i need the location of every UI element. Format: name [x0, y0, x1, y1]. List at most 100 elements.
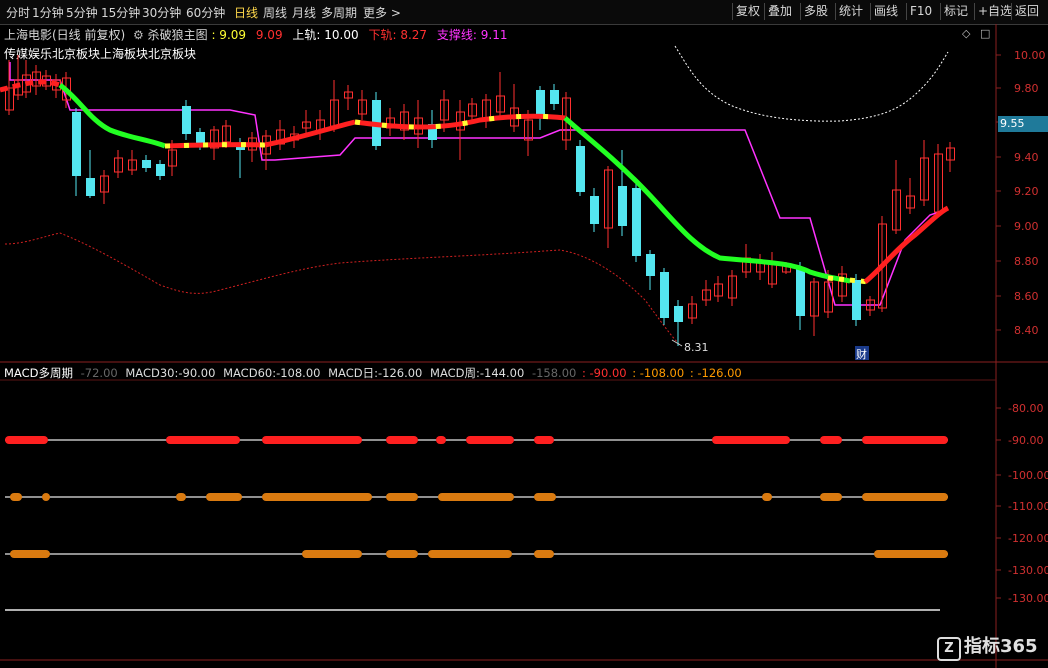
candle	[536, 86, 545, 130]
macd-axis-label: -110.00	[1008, 500, 1048, 513]
macd-axis-label: -130.00	[1008, 564, 1048, 577]
candle	[728, 270, 737, 306]
candle	[482, 94, 491, 128]
price-axis-label: 9.00	[1014, 220, 1039, 233]
trend-line-red-2	[164, 142, 266, 149]
candle	[604, 166, 613, 248]
trend-line-red-5	[863, 205, 950, 284]
square-icon[interactable]: □	[980, 27, 990, 40]
candle	[72, 108, 81, 196]
candle	[100, 170, 109, 204]
watermark-logo: Z 指标365	[937, 632, 1038, 661]
candle	[796, 262, 805, 330]
macd-title[interactable]: MACD多周期	[4, 366, 73, 380]
macd-bar	[176, 493, 186, 501]
watermark-text: 指标365	[964, 636, 1038, 657]
macd-bar	[534, 493, 556, 501]
macd-axis-label: -100.00	[1008, 469, 1048, 482]
candle	[892, 160, 901, 234]
candle	[946, 142, 955, 172]
macd-v7: : -90.00	[581, 366, 627, 380]
price-axis-label: 9.80	[1014, 82, 1039, 95]
chart-canvas: ◇ □ 10.009.809.609.409.209.008.808.608.4…	[0, 24, 1048, 668]
candle	[262, 130, 271, 170]
macd-bar	[436, 436, 446, 444]
macd-legend: MACD多周期 -72.00 MACD30:-90.00 MACD60:-108…	[4, 365, 742, 381]
price-axis-label: 9.20	[1014, 185, 1039, 198]
macd-bar	[820, 436, 842, 444]
price-axis-label: 8.40	[1014, 324, 1039, 337]
macd-bar	[534, 436, 554, 444]
macd-v8: : -108.00	[632, 366, 685, 380]
price-axis-label: 8.60	[1014, 290, 1039, 303]
macd-bar	[428, 550, 512, 558]
macd-bar	[206, 493, 242, 501]
candle	[156, 160, 165, 180]
candle	[632, 184, 641, 262]
candle	[14, 55, 23, 100]
candle	[386, 108, 395, 136]
macd30-value: -90.00	[178, 366, 216, 380]
macd-axis-label: -120.00	[1008, 532, 1048, 545]
macd-bar	[820, 493, 842, 501]
macd-bar	[302, 550, 362, 558]
candle	[714, 276, 723, 302]
caibiao-text[interactable]: 财	[856, 347, 867, 361]
candle	[646, 250, 655, 290]
candle	[674, 300, 683, 346]
candle	[344, 85, 353, 110]
diamond-icon[interactable]: ◇	[962, 27, 971, 40]
macd-bar	[5, 436, 48, 444]
price-axis-label: 10.00	[1014, 49, 1046, 62]
candle	[510, 84, 519, 132]
macd-bar	[166, 436, 240, 444]
macd-bar	[438, 493, 514, 501]
candle	[142, 155, 151, 172]
macd30-label: MACD30:	[125, 366, 179, 380]
macd-v1: -72.00	[80, 366, 118, 380]
price-axis-label: 8.80	[1014, 255, 1039, 268]
candle	[276, 120, 285, 150]
macd-bar	[534, 550, 554, 558]
candle	[660, 268, 669, 325]
candle	[456, 100, 465, 160]
macd-bar	[10, 550, 50, 558]
macdday-value: -126.00	[377, 366, 423, 380]
macd-bar	[262, 493, 372, 501]
macd-bar	[386, 436, 418, 444]
macd-bar	[386, 493, 418, 501]
candle	[590, 188, 599, 232]
macd-axis-label: -130.00	[1008, 592, 1048, 605]
macd-bar	[762, 493, 772, 501]
candle	[702, 280, 711, 306]
macd-axis-label: -80.00	[1008, 402, 1043, 415]
macd-axis-label: -90.00	[1008, 434, 1043, 447]
lower-rail-line	[4, 232, 681, 346]
candle	[128, 150, 137, 175]
candle	[756, 254, 765, 280]
macd-bar	[862, 436, 948, 444]
macdweek-label: MACD周:	[430, 366, 480, 380]
low-price-label: 8.31	[684, 341, 709, 354]
macd-v6: -158.00	[531, 366, 577, 380]
macd-bar	[386, 550, 418, 558]
candle	[302, 110, 311, 134]
macd-bar	[874, 550, 948, 558]
macd-bar	[10, 493, 22, 501]
candle	[114, 150, 123, 178]
candle	[496, 72, 505, 116]
macd60-value: -108.00	[276, 366, 321, 380]
current-price-label: 9.55	[998, 116, 1048, 132]
macdweek-value: -144.00	[479, 366, 525, 380]
candle	[920, 140, 929, 206]
macd-bar	[42, 493, 50, 501]
candle	[576, 140, 585, 196]
candle	[372, 92, 381, 150]
candle	[838, 266, 847, 302]
candle	[688, 296, 697, 324]
candle	[866, 296, 875, 316]
candle	[400, 104, 409, 140]
macd60-label: MACD60:	[223, 366, 277, 380]
macd-v9: : -126.00	[689, 366, 742, 380]
macd-bar	[862, 493, 948, 501]
